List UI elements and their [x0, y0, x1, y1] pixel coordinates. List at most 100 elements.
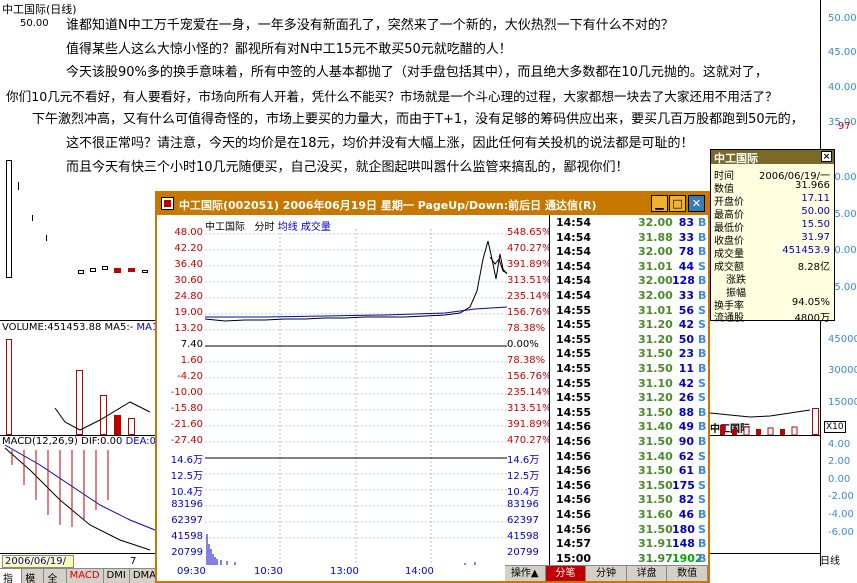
tick-volume: 88 [678, 405, 694, 419]
axis-tick: 19.00 [174, 307, 203, 318]
axis-tick: 45000 [828, 334, 857, 345]
axis-tick: 15000 [828, 397, 857, 408]
volume-bar [743, 426, 750, 435]
axis-tick: -15.80 [170, 403, 203, 414]
tick-time: 14:54 [556, 274, 592, 288]
axis-tick: 36.40 [174, 259, 203, 270]
maximize-button[interactable]: □ [669, 195, 686, 212]
tick-time: 14:54 [556, 245, 592, 259]
tick-flag: S [698, 303, 706, 317]
tick-time: 14:55 [556, 376, 592, 390]
tick-flag: B [698, 289, 707, 302]
close-icon[interactable]: × [821, 151, 832, 162]
axis-tick: 548.65% [507, 227, 552, 238]
tab-ticks[interactable]: 分笔 [545, 566, 587, 581]
tick-price: 32.00 [638, 216, 673, 229]
info-row: 数值 31.966 [714, 180, 832, 195]
axis-tick: 313.51% [507, 403, 552, 414]
info-value: 50.00 [801, 206, 830, 217]
axis-tick: 50.00 [828, 13, 857, 24]
intraday-window[interactable]: 中工国际(002051) 2006年06月19日 星期一 PageUp/Down… [155, 191, 710, 583]
commentary-text: 谁都知道N中工万千宠爱在一身，一年多没有新面孔了，突然来了一个新的，大伙热烈一下… [0, 14, 820, 179]
candle-wick [18, 182, 19, 190]
tab-template[interactable]: 模板 [22, 569, 45, 583]
tick-volume: 82 [678, 493, 694, 507]
tick-time: 14:55 [556, 332, 592, 346]
indicator-tab-bar: 指标 模板 全部 MACD DMI DMA [0, 568, 160, 583]
candle [128, 268, 135, 272]
info-box-title[interactable]: 中工国际 × [711, 150, 834, 165]
tick-volume: 23 [678, 347, 694, 361]
tab-indicator[interactable]: 指标 [0, 569, 23, 583]
axis-tick: 20799 [507, 547, 539, 558]
close-button[interactable]: ✕ [688, 195, 705, 212]
tick-flag: B [698, 420, 707, 434]
axis-tick: 7.40 [180, 339, 203, 350]
tick-time: 14:56 [556, 464, 592, 478]
tick-price: 31.01 [638, 303, 673, 317]
quote-info-box[interactable]: 中工国际 × 时间 2006/06/19/一 数值 31.966 开盘价 17.11 … [710, 149, 835, 324]
tick-flag: B [698, 435, 707, 448]
volume-ma-line [54, 401, 151, 431]
axis-tick: 12.5万 [170, 471, 203, 482]
tick-flag: B [698, 245, 707, 259]
axis-tick: 10.4万 [170, 487, 203, 498]
intraday-titlebar[interactable]: 中工国际(002051) 2006年06月19日 星期一 PageUp/Down… [157, 193, 708, 215]
info-box-title-text: 中工国际 [714, 152, 758, 165]
info-value: 94.05% [791, 297, 830, 308]
partial-red-value: 97 [838, 121, 851, 132]
tick-flag: B [698, 230, 707, 244]
tick-time: 14:56 [556, 420, 592, 434]
minimize-button[interactable]: ▁ [651, 195, 668, 212]
info-row: 涨跌 [714, 271, 832, 286]
tick-price: 31.50 [638, 405, 673, 419]
axis-tick: 235.14% [507, 387, 552, 398]
tick-price: 31.50 [638, 347, 673, 361]
axis-tick: 42.20 [174, 243, 203, 254]
commentary-line: 而且今天有快三个小时10几元随便买，自己没买，就企图起哄叫嚣什么监管来搞乱的，鄙… [66, 159, 629, 175]
tick-table[interactable]: 14:54 32.00 83 B 14:54 31.88 33 B 14:54 32.00 78 B 1… [549, 215, 708, 567]
tick-volume: 50 [678, 332, 694, 346]
tab-all[interactable]: 全部 [44, 569, 67, 583]
tick-price: 32.00 [638, 289, 673, 302]
volume-ma-line [710, 409, 811, 418]
right-macd-axis: 4.00 2.00 0.00 -2.00 -4.00 -6.00 [822, 435, 856, 555]
tick-time: 14:56 [556, 449, 592, 463]
intraday-window-title: 中工国际(002051) 2006年06月19日 星期一 PageUp/Down… [179, 199, 597, 212]
info-value: 31.97 [801, 232, 830, 243]
axis-tick: 1.60 [180, 355, 203, 366]
commentary-line: 下午激烈冲高，又有什么可值得奇怪的，市场上要买的力量大，而由于T+1，没有足够的… [32, 112, 804, 128]
tick-time: 14:57 [556, 537, 592, 551]
app-icon [161, 197, 174, 210]
tab-minutes[interactable]: 分钟 [586, 566, 627, 581]
tick-volume: 61 [678, 464, 694, 478]
tab-details[interactable]: 详盘 [627, 566, 668, 581]
tick-volume: 11 [678, 362, 694, 375]
tab-values[interactable]: 数值 [667, 566, 708, 581]
tick-price: 31.40 [638, 420, 673, 434]
tick-flag: B [698, 332, 707, 346]
tab-dmi[interactable]: DMI [104, 569, 130, 583]
tick-price: 31.97 [638, 551, 673, 565]
tick-price: 31.50 [638, 493, 673, 507]
axis-tick: 78.38% [507, 323, 546, 334]
tick-volume: 175 [672, 478, 695, 492]
tick-price: 31.50 [638, 522, 673, 536]
info-value: 31.966 [795, 180, 830, 191]
tick-price: 31.60 [638, 508, 673, 521]
tick-flag: S [698, 522, 706, 536]
info-row: 振幅 [714, 284, 832, 299]
commentary-line: 值得某些人这么大惊小怪的？鄙视所有对N中工15元不敢买50元就吃醋的人！ [66, 41, 512, 57]
date-badge: 2006/06/19/一 [2, 555, 74, 582]
axis-tick: 156.76% [507, 307, 552, 318]
tick-flag: B [698, 216, 707, 229]
tab-macd[interactable]: MACD [67, 569, 104, 583]
info-row: 换手率 94.05% [714, 297, 832, 312]
tab-operation[interactable]: 操作▲ [505, 566, 546, 581]
axis-tick: 20799 [171, 547, 203, 558]
volume-bar [720, 425, 725, 435]
intraday-chart[interactable] [205, 229, 507, 565]
tick-time: 14:56 [556, 435, 592, 448]
x-axis-tick: 13:00 [330, 566, 359, 577]
tick-time: 14:56 [556, 478, 592, 492]
